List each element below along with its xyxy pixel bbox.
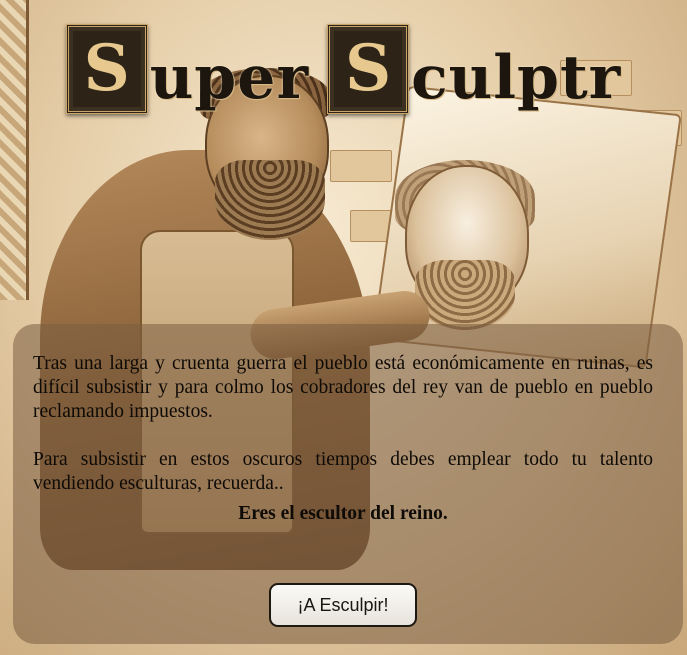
- title-text: culptr: [411, 43, 622, 113]
- bust-beard: [415, 260, 515, 330]
- title-drop-cap: S: [65, 24, 148, 114]
- start-button[interactable]: ¡A Esculpir!: [269, 583, 417, 627]
- title-drop-cap: S: [327, 24, 410, 114]
- intro-paragraph: Tras una larga y cruenta guerra el puebl…: [33, 353, 653, 422]
- intro-paragraph: Para subsistir en estos oscuros tiempos …: [33, 449, 653, 494]
- title-word-sculptr: S culptr: [327, 24, 621, 114]
- title-text: uper: [149, 43, 310, 113]
- intro-emphasis: Eres el escultor del reino.: [238, 503, 448, 524]
- intro-panel: Tras una larga y cruenta guerra el puebl…: [13, 324, 683, 644]
- title-word-super: S uper: [65, 24, 310, 114]
- game-title: S uper S culptr: [0, 14, 687, 114]
- sculptor-beard: [215, 160, 325, 240]
- wall-brick: [330, 150, 392, 182]
